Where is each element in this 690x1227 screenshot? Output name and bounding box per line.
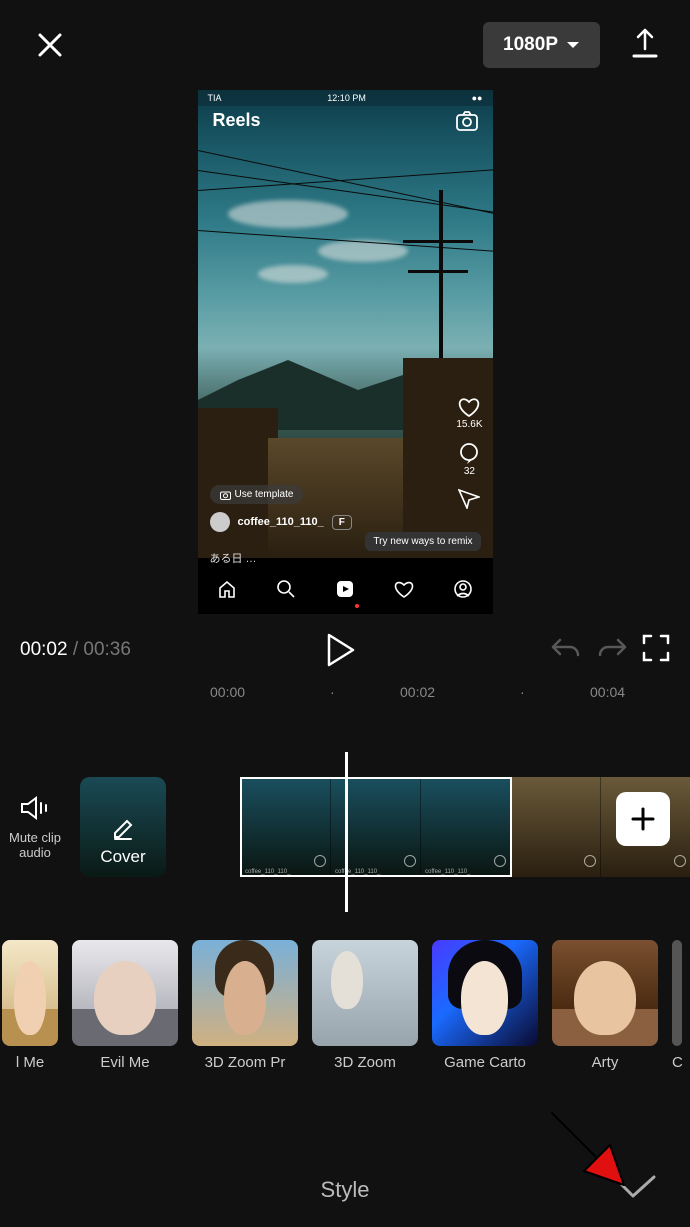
- clip-frame[interactable]: coffee_110_110_: [240, 777, 330, 877]
- send-icon: [458, 489, 480, 509]
- export-icon: [630, 27, 660, 59]
- remix-tooltip: Try new ways to remix: [365, 532, 480, 551]
- style-item[interactable]: l Me: [2, 940, 58, 1080]
- search-icon: [276, 579, 296, 599]
- style-label: C: [672, 1054, 683, 1071]
- style-label: 3D Zoom Pr: [192, 1054, 298, 1071]
- playhead[interactable]: [345, 752, 348, 912]
- style-label: Arty: [552, 1054, 658, 1071]
- resolution-label: 1080P: [503, 34, 558, 56]
- comment-icon: [458, 442, 480, 464]
- style-label: Evil Me: [72, 1054, 178, 1071]
- style-item[interactable]: 3D Zoom: [312, 940, 418, 1080]
- style-item[interactable]: Evil Me: [72, 940, 178, 1080]
- avatar: [210, 512, 230, 532]
- styles-strip[interactable]: l Me Evil Me 3D Zoom Pr 3D Zoom Game Car…: [0, 940, 690, 1080]
- timeline-ruler[interactable]: 00:00 · 00:02 · 00:04: [0, 680, 690, 708]
- reel-user-row: coffee_110_110_ F: [210, 512, 481, 532]
- plus-icon: [629, 805, 657, 833]
- style-item[interactable]: 3D Zoom Pr: [192, 940, 298, 1080]
- check-icon: [618, 1173, 658, 1201]
- play-icon: [325, 633, 355, 667]
- chevron-down-icon: [566, 40, 580, 50]
- style-item[interactable]: Arty: [552, 940, 658, 1080]
- fullscreen-icon: [642, 634, 670, 662]
- camera-small-icon: [220, 490, 231, 500]
- redo-icon: [596, 634, 628, 662]
- clip-frame[interactable]: [510, 777, 600, 877]
- profile-icon: [453, 579, 473, 599]
- panel-title: Style: [321, 1177, 370, 1203]
- undo-button[interactable]: [550, 634, 582, 667]
- cover-button[interactable]: Cover: [80, 777, 166, 877]
- undo-icon: [550, 634, 582, 662]
- edit-icon: [111, 817, 135, 841]
- clip-frame[interactable]: coffee_110_110_: [420, 777, 510, 877]
- redo-button[interactable]: [596, 634, 628, 667]
- resolution-button[interactable]: 1080P: [483, 22, 600, 68]
- time-display: 00:02 / 00:36: [20, 639, 131, 661]
- style-label: l Me: [2, 1054, 58, 1071]
- close-button[interactable]: [30, 25, 70, 65]
- style-item[interactable]: C: [672, 940, 683, 1080]
- reels-icon: [335, 579, 355, 599]
- phone-status-bar: TIA 12:10 PM ●●: [198, 90, 493, 106]
- add-clip-button[interactable]: [616, 792, 670, 846]
- style-label: 3D Zoom: [312, 1054, 418, 1071]
- export-button[interactable]: [630, 27, 660, 64]
- home-icon: [217, 579, 237, 599]
- style-label: Game Carto: [432, 1054, 538, 1071]
- camera-icon: [456, 111, 478, 131]
- close-icon: [35, 30, 65, 60]
- reel-bottom-nav: [198, 564, 493, 614]
- heart-nav-icon: [394, 580, 414, 598]
- clip-frame[interactable]: coffee_110_110_: [330, 777, 420, 877]
- speaker-icon: [20, 795, 50, 821]
- reel-side-actions: 15.6K 32: [456, 397, 482, 509]
- use-template-chip: Use template: [210, 485, 304, 504]
- play-button[interactable]: [145, 633, 536, 667]
- video-preview[interactable]: TIA 12:10 PM ●● Reels 15.6K 32 Use templ…: [198, 90, 493, 614]
- style-item[interactable]: Game Carto: [432, 940, 538, 1080]
- confirm-button[interactable]: [618, 1173, 658, 1207]
- reels-title: Reels: [213, 110, 261, 131]
- fullscreen-button[interactable]: [642, 634, 670, 667]
- heart-icon: [458, 397, 480, 417]
- mute-clip-audio-button[interactable]: Mute clip audio: [0, 795, 70, 860]
